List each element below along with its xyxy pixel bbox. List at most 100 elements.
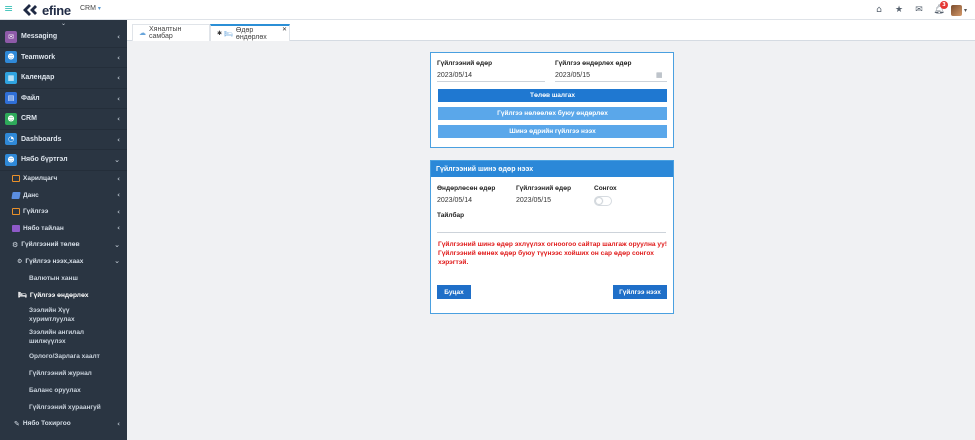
sidebar-item-teamwork[interactable]: ☻ Teamwork ‹ xyxy=(0,48,127,68)
sidebar-leaf-day-close[interactable]: 🛏︎ Гүйлгээ өндөрлөх xyxy=(0,287,127,304)
note-input[interactable] xyxy=(437,222,666,232)
top-bar: ≡ efine CRM ▾ ⌂ ★ ✉ 🔔︎ 3 ▾ xyxy=(0,0,975,20)
chevron-down-icon: ⌄ xyxy=(114,240,120,249)
module-menu[interactable]: CRM ▾ xyxy=(80,5,101,12)
sidebar-item-crm[interactable]: ☻ CRM ‹ xyxy=(0,109,127,130)
home-icon[interactable]: ⌂ xyxy=(869,0,889,20)
logo[interactable]: efine xyxy=(21,1,71,19)
open-new-day-card: Гүйлгээний шинэ өдөр нээх Өндөрлөсөн өдө… xyxy=(430,160,674,314)
sidebar-sub-label: Харилцагч xyxy=(23,175,58,183)
choose-toggle[interactable] xyxy=(594,196,612,206)
sidebar-subsub-label: Гүйлгээ нээх,хаах xyxy=(25,257,84,265)
cancel-button[interactable]: Буцах xyxy=(437,285,471,299)
tab-dashboard[interactable]: ☁ Хяналтын самбар xyxy=(132,24,210,41)
chevron-left-icon: ‹ xyxy=(117,419,120,428)
dashboard-icon: ☁ xyxy=(139,29,146,37)
wrench-icon: ✎ xyxy=(14,419,20,428)
trans-date-value: 2023/05/14 xyxy=(437,72,473,79)
sidebar-leaf-income-expense-close[interactable]: Орлого/Зарлага хаалт xyxy=(0,348,127,365)
user-menu[interactable]: ▾ xyxy=(949,0,969,20)
sidebar-leaf-journal[interactable]: Гүйлгээний журнал xyxy=(0,365,127,382)
open-transaction-button[interactable]: Гүйлгээ нээх xyxy=(613,285,667,299)
leaf-label: Баланс оруулах xyxy=(29,386,81,394)
sidebar-leaf-balance-entry[interactable]: Баланс оруулах xyxy=(0,382,127,399)
file-icon: ▤ xyxy=(5,92,17,105)
leaf-label: Зээлийн Хүү хуримтлуулах xyxy=(29,306,75,323)
tab-bar: ☁ Хяналтын самбар ✱ 🛏︎ Өдөр өндөрлөх ✕ xyxy=(127,20,975,41)
sidebar-item-calendar[interactable]: ▦ Календар ‹ xyxy=(0,68,127,89)
gear-icon: ⚙ xyxy=(17,257,23,265)
sidebar-leaf-interest-accrual[interactable]: Зээлийн Хүү хуримтлуулах xyxy=(0,304,110,326)
day-close-card: Гүйлгээний өдөр 2023/05/14 Гүйлгээ өндөр… xyxy=(430,52,674,148)
sidebar-sub-transaction[interactable]: Гүйлгээ ‹ xyxy=(0,204,127,221)
sidebar-leaf-exchange-rate[interactable]: Валютын ханш xyxy=(0,270,127,287)
book-icon xyxy=(11,191,21,199)
leaf-label: Гүйлгээний хураангуй xyxy=(29,403,101,411)
close-icon[interactable]: ✕ xyxy=(282,26,287,33)
user-icon: ☻ xyxy=(5,51,17,64)
chevron-down-icon: ▾ xyxy=(963,6,967,14)
close-date-underline xyxy=(555,81,667,82)
warning-text: Гүйлгээний шинэ өдөр эхлүүлэх огноогоо с… xyxy=(438,241,667,266)
sidebar-item-accounting[interactable]: ☻ Нябо бүртгэл ⌄ xyxy=(0,150,127,171)
leaf-label: Орлого/Зарлага хаалт xyxy=(29,352,100,360)
sidebar-sub-label: Гүйлгээ xyxy=(23,208,49,216)
toggle-knob xyxy=(596,198,602,204)
sidebar-item-messaging[interactable]: ✉ Messaging ‹ xyxy=(0,27,127,48)
chevron-left-icon: ‹ xyxy=(117,191,120,199)
sidebar-sub-settings[interactable]: ✎ Нябо Тохиргоо ‹ xyxy=(0,416,127,433)
leaf-label: Гүйлгээний журнал xyxy=(29,369,92,377)
sidebar-sub-label: Гүйлгээний төлөв xyxy=(21,241,80,249)
note-label: Тайлбар xyxy=(437,212,465,219)
sidebar-sub-label: Нябо тайлан xyxy=(23,224,64,232)
open-new-day-button[interactable]: Шинэ өдрийн гүйлгээ нээх xyxy=(438,125,667,138)
sidebar-item-label: Нябо бүртгэл xyxy=(21,156,68,164)
chevron-left-icon: ‹ xyxy=(117,224,120,232)
sidebar-item-file[interactable]: ▤ Файл ‹ xyxy=(0,89,127,109)
sidebar-leaf-loan-class[interactable]: Зээлийн ангилал шилжүүлэх xyxy=(0,326,110,348)
menu-toggle-icon[interactable]: ≡ xyxy=(4,3,14,14)
chevron-down-icon: ▾ xyxy=(97,6,101,12)
sidebar-item-label: Messaging xyxy=(21,33,58,41)
avatar xyxy=(950,4,962,16)
sidebar-sub-customer[interactable]: Харилцагч ‹ xyxy=(0,171,127,188)
sidebar-open-close-transaction[interactable]: ⚙ Гүйлгээ нээх,хаах ⌄ xyxy=(0,253,127,270)
logo-mark-icon xyxy=(23,4,37,16)
mail-icon[interactable]: ✉ xyxy=(909,0,929,20)
sidebar-sub-report[interactable]: Нябо тайлан ‹ xyxy=(0,220,127,237)
leaf-label: Валютын ханш xyxy=(29,274,78,282)
sidebar: ⌄ ✉ Messaging ‹ ☻ Teamwork ‹ ▦ Календар … xyxy=(0,20,127,440)
notification-badge: 3 xyxy=(940,1,948,9)
sidebar-sub-account[interactable]: Данс ‹ xyxy=(0,187,127,204)
sidebar-collapse-icon[interactable]: ⌄ xyxy=(0,20,127,27)
sidebar-item-label: Dashboards xyxy=(21,135,62,143)
tab-label: Хяналтын самбар xyxy=(149,26,182,40)
sidebar-item-label: Teamwork xyxy=(21,53,56,61)
dashboard-icon: ◔ xyxy=(5,133,17,146)
chevron-left-icon: ‹ xyxy=(117,94,120,103)
tab-day-close[interactable]: ✱ 🛏︎ Өдөр өндөрлөх ✕ xyxy=(210,24,290,41)
check-status-button[interactable]: Төлөв шалгах xyxy=(438,89,667,102)
sidebar-item-label: CRM xyxy=(21,115,37,123)
calendar-icon[interactable]: ▦ xyxy=(656,71,663,79)
chevron-left-icon: ‹ xyxy=(117,174,120,183)
chat-icon: ✉ xyxy=(5,30,17,43)
card-title: Гүйлгээний шинэ өдөр нээх xyxy=(431,161,673,177)
sidebar-sub-settlement[interactable]: ⚙ Гүйлгээний төлөв ⌄ xyxy=(0,237,127,254)
chevron-left-icon: ‹ xyxy=(117,207,120,216)
tab-label: Өдөр өндөрлөх xyxy=(235,26,267,41)
bell-icon[interactable]: 🔔︎ 3 xyxy=(929,0,949,20)
sidebar-item-label: Календар xyxy=(21,74,55,82)
calendar-icon: ▦ xyxy=(5,71,17,84)
star-icon[interactable]: ★ xyxy=(889,0,909,20)
logo-text: efine xyxy=(42,2,71,18)
gears-icon: ⚙ xyxy=(12,240,19,249)
trans-date-value: 2023/05/15 xyxy=(516,197,552,204)
close-transactions-button[interactable]: Гүйлгээ нөлөөлөх буюу өндөрлөх xyxy=(438,107,667,120)
sidebar-leaf-summary[interactable]: Гүйлгээний хураангуй xyxy=(0,399,127,416)
sidebar-item-dashboards[interactable]: ◔ Dashboards ‹ xyxy=(0,130,127,150)
bed-icon: 🛏︎ xyxy=(224,29,233,38)
close-date-field[interactable]: 2023/05/15 xyxy=(555,72,590,79)
note-underline xyxy=(437,232,666,233)
customer-icon xyxy=(12,175,20,183)
